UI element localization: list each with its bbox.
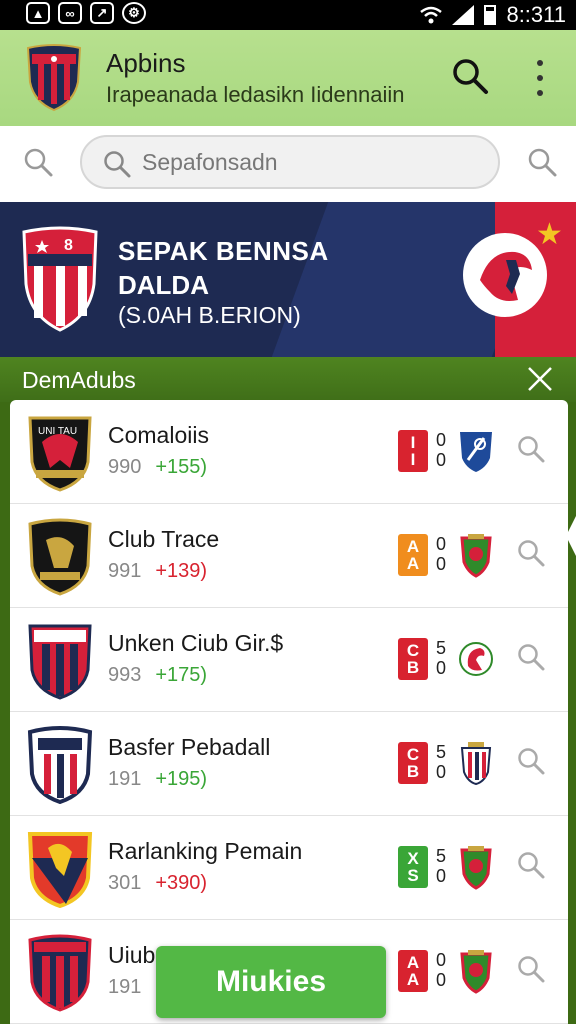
club-name: Unken Ciub Gir.$ bbox=[108, 630, 284, 656]
club-crest-icon: UNI TAU bbox=[28, 416, 92, 492]
chart-notification-icon: ↗ bbox=[90, 2, 114, 24]
club-name: Rarlanking Pemain bbox=[108, 838, 303, 864]
club-stats: 191 bbox=[108, 976, 155, 999]
score: 00 bbox=[435, 950, 446, 990]
wifi-icon bbox=[420, 6, 443, 24]
club-stats: 301 +390) bbox=[108, 872, 207, 895]
club-list: UNI TAU Comaloiis 990 +155) II 00 Club Tr… bbox=[10, 400, 568, 1024]
rank-badge: AA bbox=[398, 534, 428, 576]
club-count: 191 bbox=[108, 768, 142, 790]
club-count: 991 bbox=[108, 560, 142, 582]
search-row: Sepafonsadn bbox=[0, 126, 576, 202]
club-change: +155) bbox=[155, 456, 208, 478]
rank-badge: CB bbox=[398, 742, 428, 784]
club-count: 993 bbox=[108, 664, 142, 686]
image-notification-icon: ▲ bbox=[26, 2, 50, 24]
club-change: +195) bbox=[155, 768, 208, 790]
row-search-icon[interactable] bbox=[516, 746, 546, 776]
club-crest-icon bbox=[27, 726, 93, 804]
status-bar: ▲ ∞ ↗ ⚙ 8::311 bbox=[0, 0, 576, 30]
banner-title-line1: SEPAK BENNSA bbox=[118, 236, 329, 266]
club-crest-icon bbox=[28, 934, 92, 1012]
score: 00 bbox=[435, 534, 446, 574]
club-count: 191 bbox=[108, 976, 142, 998]
banner-title-line3: (S.0AH B.ERION) bbox=[118, 302, 301, 328]
app-bar: Apbins Irapeanada ledasikn Iidennaiin bbox=[0, 30, 576, 126]
club-name: Uiub bbox=[108, 942, 156, 968]
club-change: +390) bbox=[155, 872, 208, 894]
score: 50 bbox=[435, 846, 446, 886]
link-notification-icon: ∞ bbox=[58, 2, 82, 24]
club-name: Basfer Pebadall bbox=[108, 734, 271, 760]
app-subtitle: Irapeanada ledasikn Iidennaiin bbox=[106, 82, 405, 107]
club-stats: 993 +175) bbox=[108, 664, 207, 687]
club-count: 301 bbox=[108, 872, 142, 894]
svg-text:UNI TAU: UNI TAU bbox=[38, 426, 77, 437]
featured-banner[interactable]: 8 SEPAK BENNSA DALDA (S.0AH B.ERION) ★ bbox=[0, 202, 576, 357]
red-rooster-icon bbox=[459, 642, 493, 676]
club-row[interactable]: Unken Ciub Gir.$ 993 +175) CB 50 bbox=[10, 608, 568, 712]
rank-badge: CB bbox=[398, 638, 428, 680]
green-red-crest-icon bbox=[460, 534, 492, 578]
club-stats: 990 +155) bbox=[108, 456, 207, 479]
banner-shield-text: 8 bbox=[64, 237, 73, 254]
row-search-icon[interactable] bbox=[516, 434, 546, 464]
bottom-action-button[interactable]: Miukies bbox=[156, 946, 386, 1018]
search-icon[interactable] bbox=[450, 56, 490, 96]
rank-badge: XS bbox=[398, 846, 428, 888]
club-name: Club Trace bbox=[108, 526, 220, 552]
club-crest-icon bbox=[28, 518, 92, 596]
clock: 8::311 bbox=[506, 2, 566, 27]
club-change: +139) bbox=[155, 560, 208, 582]
row-search-icon[interactable] bbox=[516, 850, 546, 880]
row-search-icon[interactable] bbox=[516, 642, 546, 672]
gear-notification-icon: ⚙ bbox=[122, 2, 146, 24]
star-icon: ★ bbox=[536, 218, 563, 251]
green-red-crest-icon bbox=[460, 950, 492, 994]
blue-shield-icon bbox=[460, 432, 492, 472]
club-stats: 991 +139) bbox=[108, 560, 207, 583]
club-row[interactable]: Basfer Pebadall 191 +195) CB 50 bbox=[10, 712, 568, 816]
search-icon-left[interactable] bbox=[22, 146, 54, 178]
striped-crest-icon bbox=[460, 742, 492, 786]
signal-icon bbox=[452, 5, 475, 25]
score: 50 bbox=[435, 742, 446, 782]
rank-badge: II bbox=[398, 430, 428, 472]
club-change: +175) bbox=[155, 664, 208, 686]
search-field-icon bbox=[104, 151, 131, 178]
score: 00 bbox=[435, 430, 446, 470]
club-name: Comaloiis bbox=[108, 422, 209, 448]
app-title: Apbins bbox=[106, 48, 186, 78]
side-scroll-tab[interactable] bbox=[566, 516, 576, 556]
more-options-icon[interactable] bbox=[530, 60, 550, 96]
row-search-icon[interactable] bbox=[516, 538, 546, 568]
club-stats: 191 +195) bbox=[108, 768, 207, 791]
score: 50 bbox=[435, 638, 446, 678]
banner-title-line2: DALDA bbox=[118, 270, 209, 300]
club-row[interactable]: Club Trace 991 +139) AA 00 bbox=[10, 504, 568, 608]
search-icon-right[interactable] bbox=[526, 146, 558, 178]
green-red-crest-icon bbox=[460, 846, 492, 890]
club-row[interactable]: Rarlanking Pemain 301 +390) XS 50 bbox=[10, 816, 568, 920]
search-placeholder: Sepafonsadn bbox=[142, 149, 278, 175]
club-row[interactable]: UNI TAU Comaloiis 990 +155) II 00 bbox=[10, 400, 568, 504]
rank-badge: AA bbox=[398, 950, 428, 992]
row-search-icon[interactable] bbox=[516, 954, 546, 984]
section-title: DemAdubs bbox=[22, 367, 136, 393]
club-crest-icon bbox=[28, 624, 92, 700]
club-crest-icon bbox=[27, 832, 93, 908]
close-icon[interactable] bbox=[526, 365, 554, 393]
club-count: 990 bbox=[108, 456, 142, 478]
section-header: DemAdubs bbox=[0, 357, 576, 402]
app-logo-shield-icon bbox=[26, 44, 82, 112]
battery-icon bbox=[484, 5, 497, 25]
banner-club-shield-icon: 8 bbox=[22, 226, 98, 332]
notification-icons: ▲ ∞ ↗ ⚙ bbox=[26, 2, 146, 24]
search-input[interactable]: Sepafonsadn bbox=[80, 135, 500, 189]
